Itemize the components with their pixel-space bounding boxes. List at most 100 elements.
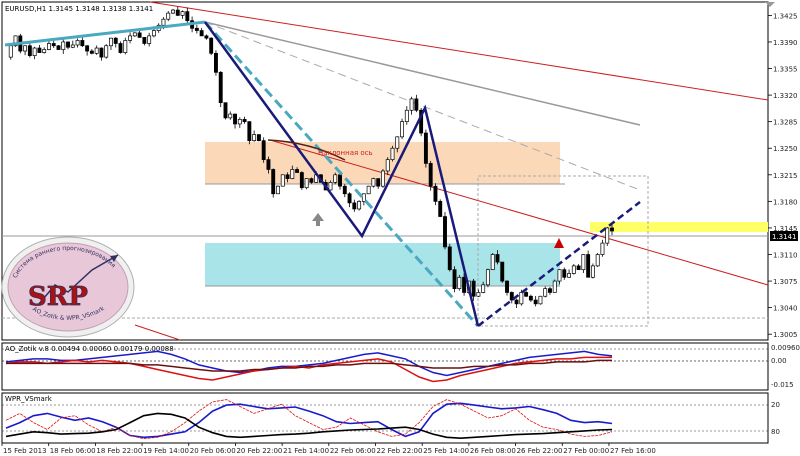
candle-body xyxy=(524,292,529,297)
target-zone xyxy=(590,222,768,232)
srp-logo: Система раннего прогнозирования AO_Zotik… xyxy=(1,236,135,338)
candle-body xyxy=(285,174,290,179)
candle-body xyxy=(75,40,80,46)
candle-body xyxy=(166,12,171,20)
y-tick-label: 1.3040 xyxy=(773,305,798,313)
candle-body xyxy=(209,37,214,54)
candle-body xyxy=(605,227,610,244)
candle-body xyxy=(8,45,13,58)
candle-body xyxy=(385,159,390,172)
candle-body xyxy=(261,140,266,160)
y-tick-label: 1.3180 xyxy=(773,198,798,206)
candle-body xyxy=(199,30,204,37)
y-tick-label: 1.3110 xyxy=(773,252,798,260)
candle-body xyxy=(304,178,309,189)
candle-body xyxy=(514,299,519,305)
symbol-header: EURUSD,H1 1.3145 1.3148 1.3138 1.3141 xyxy=(5,5,153,13)
candle-body xyxy=(595,254,600,267)
candle-body xyxy=(586,254,591,278)
x-tick-label: 22 Feb 06:00 xyxy=(330,447,376,455)
candle-body xyxy=(280,174,285,187)
candle-body xyxy=(123,40,128,53)
candle-body xyxy=(457,276,462,290)
candle-body xyxy=(404,109,409,123)
candle-body xyxy=(46,43,51,50)
candle-body xyxy=(519,292,524,305)
candle-body xyxy=(528,295,533,301)
wpr-header: WPR_VSmark xyxy=(5,395,53,403)
candle-body xyxy=(481,284,486,293)
candle-body xyxy=(85,45,90,52)
candle-body xyxy=(576,265,581,271)
candle-body xyxy=(151,30,156,37)
candle-body xyxy=(548,288,552,293)
candle-body xyxy=(581,254,586,271)
candle-body xyxy=(171,9,175,14)
x-tick-label: 18 Feb 22:00 xyxy=(96,447,142,455)
candle-body xyxy=(132,32,137,37)
wpr-axis-20: 20 xyxy=(771,401,780,409)
y-tick-label: 1.3250 xyxy=(773,145,798,153)
candle-body xyxy=(113,37,118,44)
candle-body xyxy=(128,35,133,41)
candle-body xyxy=(342,185,347,195)
y-tick-label: 1.3005 xyxy=(773,331,798,339)
y-tick-label: 1.3390 xyxy=(773,39,798,47)
candle-body xyxy=(567,273,572,278)
x-tick-label: 20 Feb 06:00 xyxy=(190,447,236,455)
candle-body xyxy=(395,136,400,149)
candle-body xyxy=(23,45,28,52)
y-tick-label: 1.3215 xyxy=(773,172,798,180)
candle-body xyxy=(443,216,447,248)
x-tick-label: 22 Feb 22:00 xyxy=(377,447,423,455)
y-tick-label: 1.3285 xyxy=(773,119,798,127)
candle-body xyxy=(104,45,109,58)
candle-body xyxy=(89,50,94,54)
candle-body xyxy=(118,43,123,53)
candle-body xyxy=(66,41,70,48)
candle-body xyxy=(218,71,223,104)
candle-body xyxy=(485,269,490,286)
candle-body xyxy=(70,44,75,48)
candle-body xyxy=(347,193,352,204)
candle-body xyxy=(552,280,557,293)
candle-body xyxy=(505,280,509,293)
x-tick-label: 18 Feb 06:00 xyxy=(50,447,96,455)
candle-body xyxy=(390,147,395,160)
chart-window: Наклонная ось 1.3141 EURUSD,H1 1.3145 1.… xyxy=(0,0,800,456)
candle-body xyxy=(533,299,538,305)
x-tick-label: 19 Feb 14:00 xyxy=(143,447,189,455)
candle-body xyxy=(538,295,543,305)
candle-body xyxy=(256,134,261,141)
candle-body xyxy=(414,98,419,111)
current-price-label: 1.3141 xyxy=(772,233,797,241)
candle-body xyxy=(428,163,433,187)
candle-body xyxy=(423,132,428,164)
candle-body xyxy=(352,202,357,210)
candle-body xyxy=(571,265,576,274)
candle-body xyxy=(194,27,199,31)
candle-body xyxy=(180,11,185,16)
candle-body xyxy=(290,169,295,179)
candle-body xyxy=(562,269,567,278)
candle-body xyxy=(223,102,228,119)
candle-body xyxy=(433,185,438,202)
candle-body xyxy=(447,246,452,271)
candle-body xyxy=(27,45,32,56)
x-tick-label: 27 Feb 16:00 xyxy=(610,447,656,455)
wpr-axis-80: 80 xyxy=(771,428,780,436)
candle-body xyxy=(452,269,457,290)
x-tick-label: 15 Feb 2013 xyxy=(3,447,47,455)
candle-body xyxy=(94,47,99,54)
candle-body xyxy=(37,47,42,53)
candle-body xyxy=(137,32,142,38)
x-tick-label: 20 Feb 22:00 xyxy=(236,447,282,455)
candle-body xyxy=(333,174,338,183)
candle-body xyxy=(376,178,381,187)
candle-body xyxy=(328,182,333,191)
candle-body xyxy=(99,47,104,58)
chart-canvas: Наклонная ось 1.3141 EURUSD,H1 1.3145 1.… xyxy=(0,0,800,456)
candle-body xyxy=(142,37,147,44)
candle-body xyxy=(438,201,443,217)
candle-body xyxy=(109,37,113,47)
